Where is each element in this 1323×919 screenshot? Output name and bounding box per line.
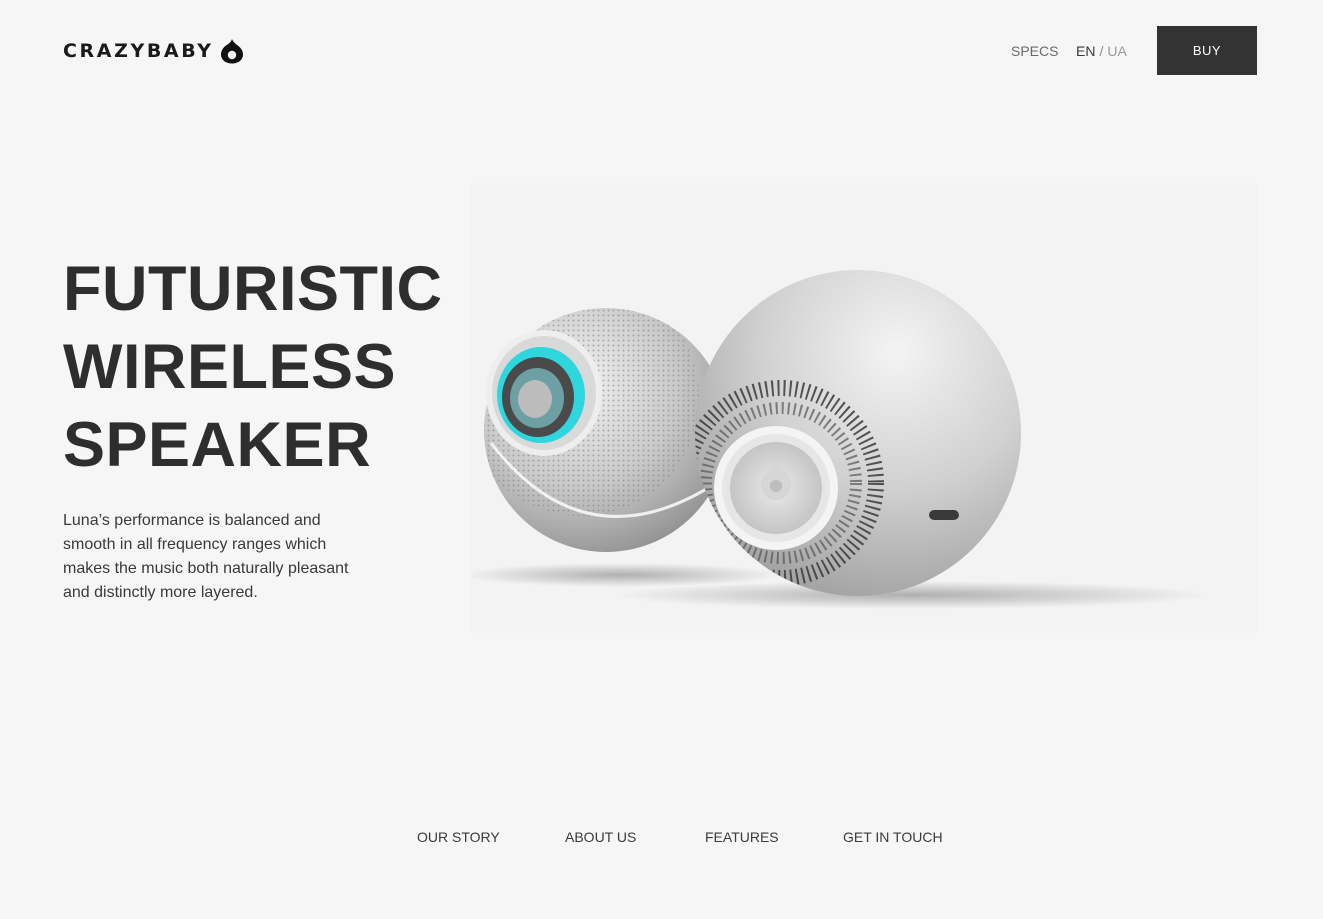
logo-text: CRAZYBABY bbox=[63, 40, 214, 62]
language-switcher: EN / UA bbox=[1076, 43, 1127, 59]
hero-title: FUTURISTIC WIRELESS SPEAKER bbox=[63, 250, 442, 484]
footer-nav-about-us[interactable]: ABOUT US bbox=[565, 829, 636, 845]
hero-title-line-2: WIRELESS bbox=[63, 332, 397, 402]
site-header: CRAZYBABY SPECS EN / UA BUY bbox=[0, 0, 1323, 100]
footer-nav: OUR STORY ABOUT US FEATURES GET IN TOUCH bbox=[0, 829, 1323, 849]
speaker-product-image bbox=[471, 183, 1257, 633]
hero-description: Luna’s performance is balanced and smoot… bbox=[63, 512, 349, 601]
lang-ua[interactable]: UA bbox=[1107, 43, 1126, 59]
footer-nav-our-story[interactable]: OUR STORY bbox=[417, 829, 500, 845]
nav-specs-link[interactable]: SPECS bbox=[1011, 43, 1058, 59]
hero-title-line-3: SPEAKER bbox=[63, 410, 372, 480]
hero-title-line-1: FUTURISTIC bbox=[63, 254, 443, 324]
brand-logo[interactable]: CRAZYBABY bbox=[63, 38, 244, 64]
footer-nav-features[interactable]: FEATURES bbox=[705, 829, 779, 845]
buy-button[interactable]: BUY bbox=[1157, 26, 1257, 75]
footer-nav-get-in-touch[interactable]: GET IN TOUCH bbox=[843, 829, 943, 845]
lang-separator: / bbox=[1099, 43, 1104, 59]
lang-en[interactable]: EN bbox=[1076, 43, 1095, 59]
drop-logo-icon bbox=[220, 39, 243, 64]
